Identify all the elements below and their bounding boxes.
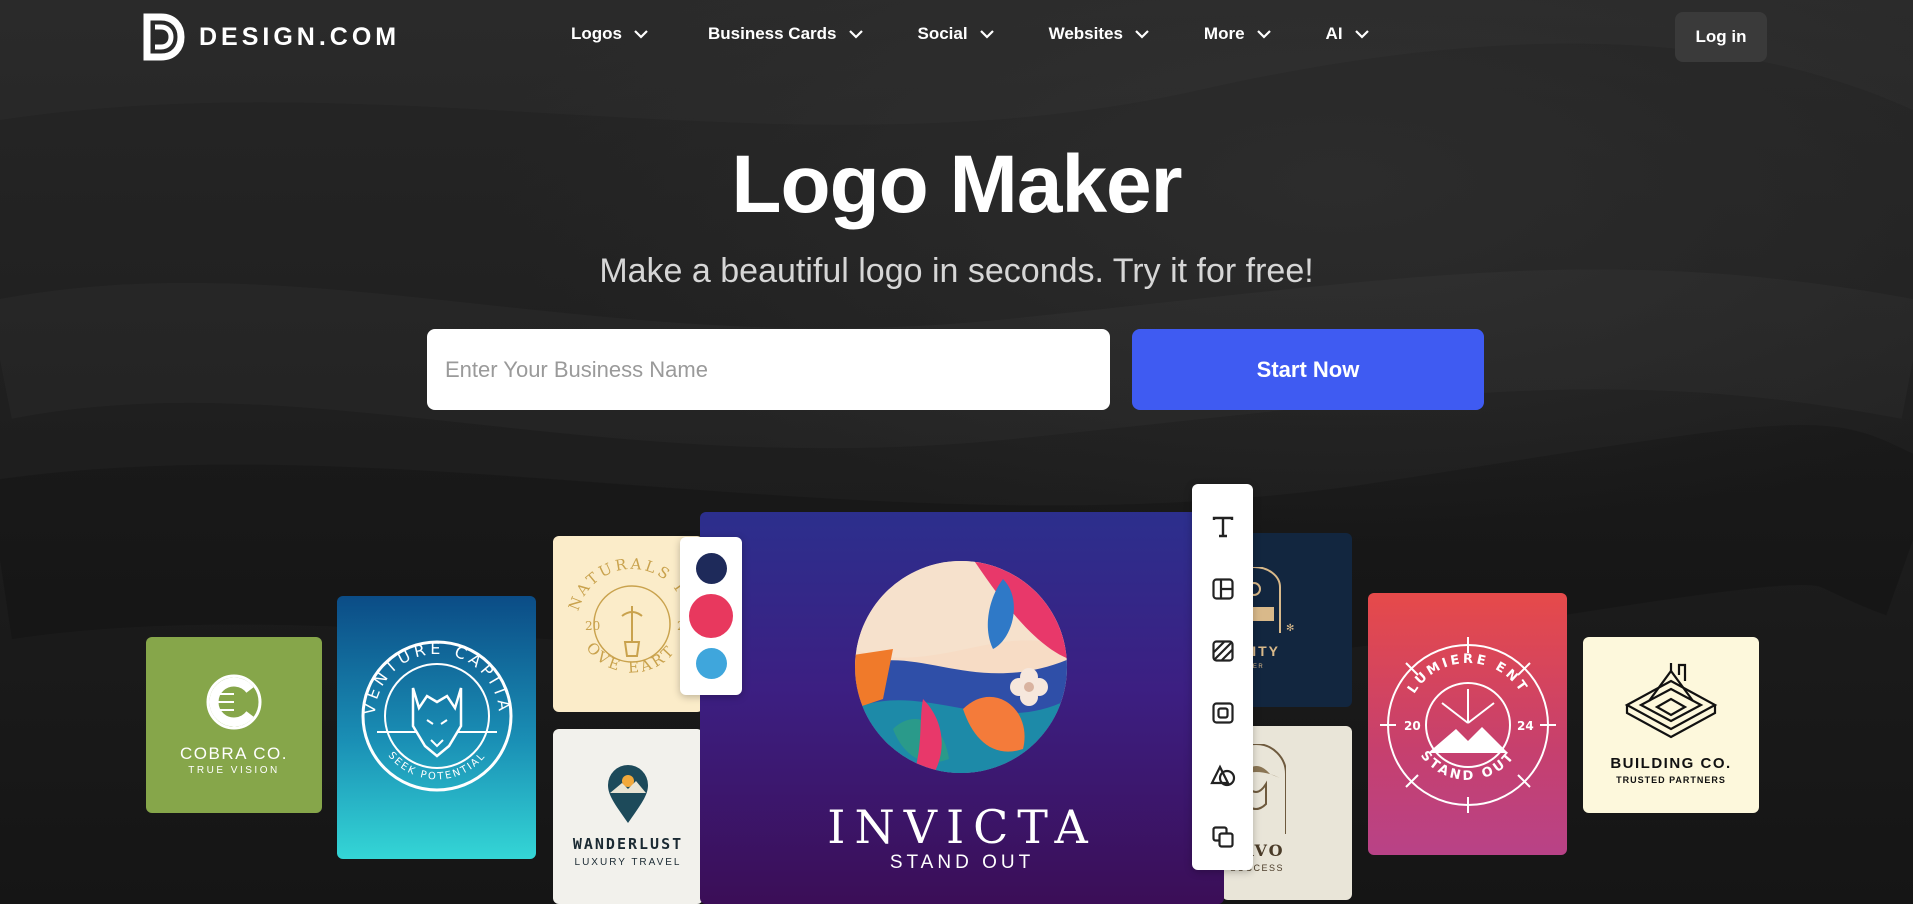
nav-label: Business Cards	[708, 24, 837, 43]
nav-logos[interactable]: Logos	[571, 24, 648, 44]
nav-business-cards[interactable]: Business Cards	[708, 24, 863, 44]
login-button[interactable]: Log in	[1675, 12, 1767, 62]
sunburst-emblem-icon: LUMIERE ENT STAND OUT 20 24	[1380, 637, 1556, 813]
logo-card-invicta-featured[interactable]: INVICTA STAND OUT	[700, 512, 1224, 904]
card-tagline: LUXURY TRAVEL	[574, 857, 682, 868]
chevron-down-icon	[634, 29, 648, 39]
brand-logo[interactable]: DESIGN.COM	[143, 13, 400, 61]
page-subtitle: Make a beautiful logo in seconds. Try it…	[599, 252, 1314, 290]
nav-label: AI	[1325, 24, 1343, 43]
abstract-nature-emblem-icon	[855, 561, 1067, 773]
svg-text:VENTURE CAPITA: VENTURE CAPITA	[360, 639, 515, 716]
chevron-down-icon	[1354, 29, 1369, 39]
card-tagline: TRUE VISION	[188, 765, 280, 776]
card-tagline: STAND OUT	[889, 852, 1035, 873]
page-title: Logo Maker	[731, 139, 1182, 230]
color-swatch-blue[interactable]	[696, 648, 727, 679]
card-year-left: 20	[585, 619, 600, 633]
background-icon	[1211, 639, 1234, 662]
nav-label: Logos	[571, 24, 622, 43]
logo-card-venture-capital[interactable]: VENTURE CAPITA SEEK POTENTIAL	[337, 596, 536, 859]
duplicate-tool[interactable]	[1202, 816, 1243, 857]
card-name: COBRA CO.	[180, 744, 288, 763]
editor-toolbar	[1192, 484, 1253, 870]
chevron-down-icon	[848, 29, 863, 39]
nav-label: More	[1203, 24, 1245, 43]
chevron-down-icon	[979, 29, 994, 39]
design-logo-icon	[143, 13, 185, 61]
card-tagline: TRUSTED PARTNERS	[1616, 775, 1726, 785]
frame-icon	[1211, 701, 1234, 724]
logo-card-cobra[interactable]: COBRA CO. TRUE VISION	[146, 637, 322, 813]
nav-social[interactable]: Social	[918, 24, 994, 44]
card-name: WANDERLUST	[572, 835, 684, 853]
cobra-c-icon	[206, 674, 262, 730]
card-name: INVICTA	[827, 800, 1097, 854]
isometric-house-icon	[1624, 663, 1718, 739]
wolf-emblem-icon: VENTURE CAPITA SEEK POTENTIAL	[360, 639, 515, 792]
shape-tool[interactable]	[1202, 754, 1243, 795]
nav-websites[interactable]: Websites	[1049, 24, 1149, 44]
main-nav: Logos Business Cards Social Websites Mor…	[571, 24, 1369, 44]
text-icon	[1212, 516, 1233, 537]
nav-more[interactable]: More	[1204, 24, 1271, 44]
chevron-down-icon	[1256, 29, 1271, 39]
background-tool[interactable]	[1202, 630, 1243, 671]
card-name: BUILDING CO.	[1610, 755, 1732, 772]
duplicate-icon	[1211, 825, 1234, 848]
shape-icon	[1209, 764, 1235, 786]
nav-ai[interactable]: AI	[1326, 24, 1369, 44]
layout-icon	[1211, 577, 1234, 600]
color-swatch-navy[interactable]	[696, 553, 727, 584]
logo-card-building[interactable]: BUILDING CO. TRUSTED PARTNERS	[1583, 637, 1759, 813]
card-arc-top: VENTURE CAPITA	[360, 639, 511, 716]
logo-card-wanderlust[interactable]: WANDERLUST LUXURY TRAVEL	[553, 729, 703, 904]
nav-label: Social	[917, 24, 968, 43]
top-header: DESIGN.COM Logos Business Cards Social W…	[0, 0, 1913, 76]
chevron-down-icon	[1135, 29, 1149, 39]
frame-tool[interactable]	[1202, 692, 1243, 733]
map-pin-mountain-icon	[608, 765, 648, 823]
color-palette-panel	[680, 537, 742, 695]
layout-tool[interactable]	[1202, 568, 1243, 609]
start-now-button[interactable]: Start Now	[1132, 329, 1484, 410]
nav-label: Websites	[1048, 24, 1123, 43]
brand-name: DESIGN.COM	[199, 22, 401, 51]
business-name-input[interactable]	[427, 329, 1110, 410]
text-tool[interactable]	[1202, 506, 1243, 547]
card-year-left: 20	[1404, 719, 1421, 733]
logo-card-lumiere[interactable]: LUMIERE ENT STAND OUT 20 24	[1368, 593, 1567, 855]
color-swatch-pink[interactable]	[689, 594, 733, 638]
svg-text:✻: ✻	[1286, 623, 1294, 633]
card-year-right: 24	[1517, 719, 1534, 733]
